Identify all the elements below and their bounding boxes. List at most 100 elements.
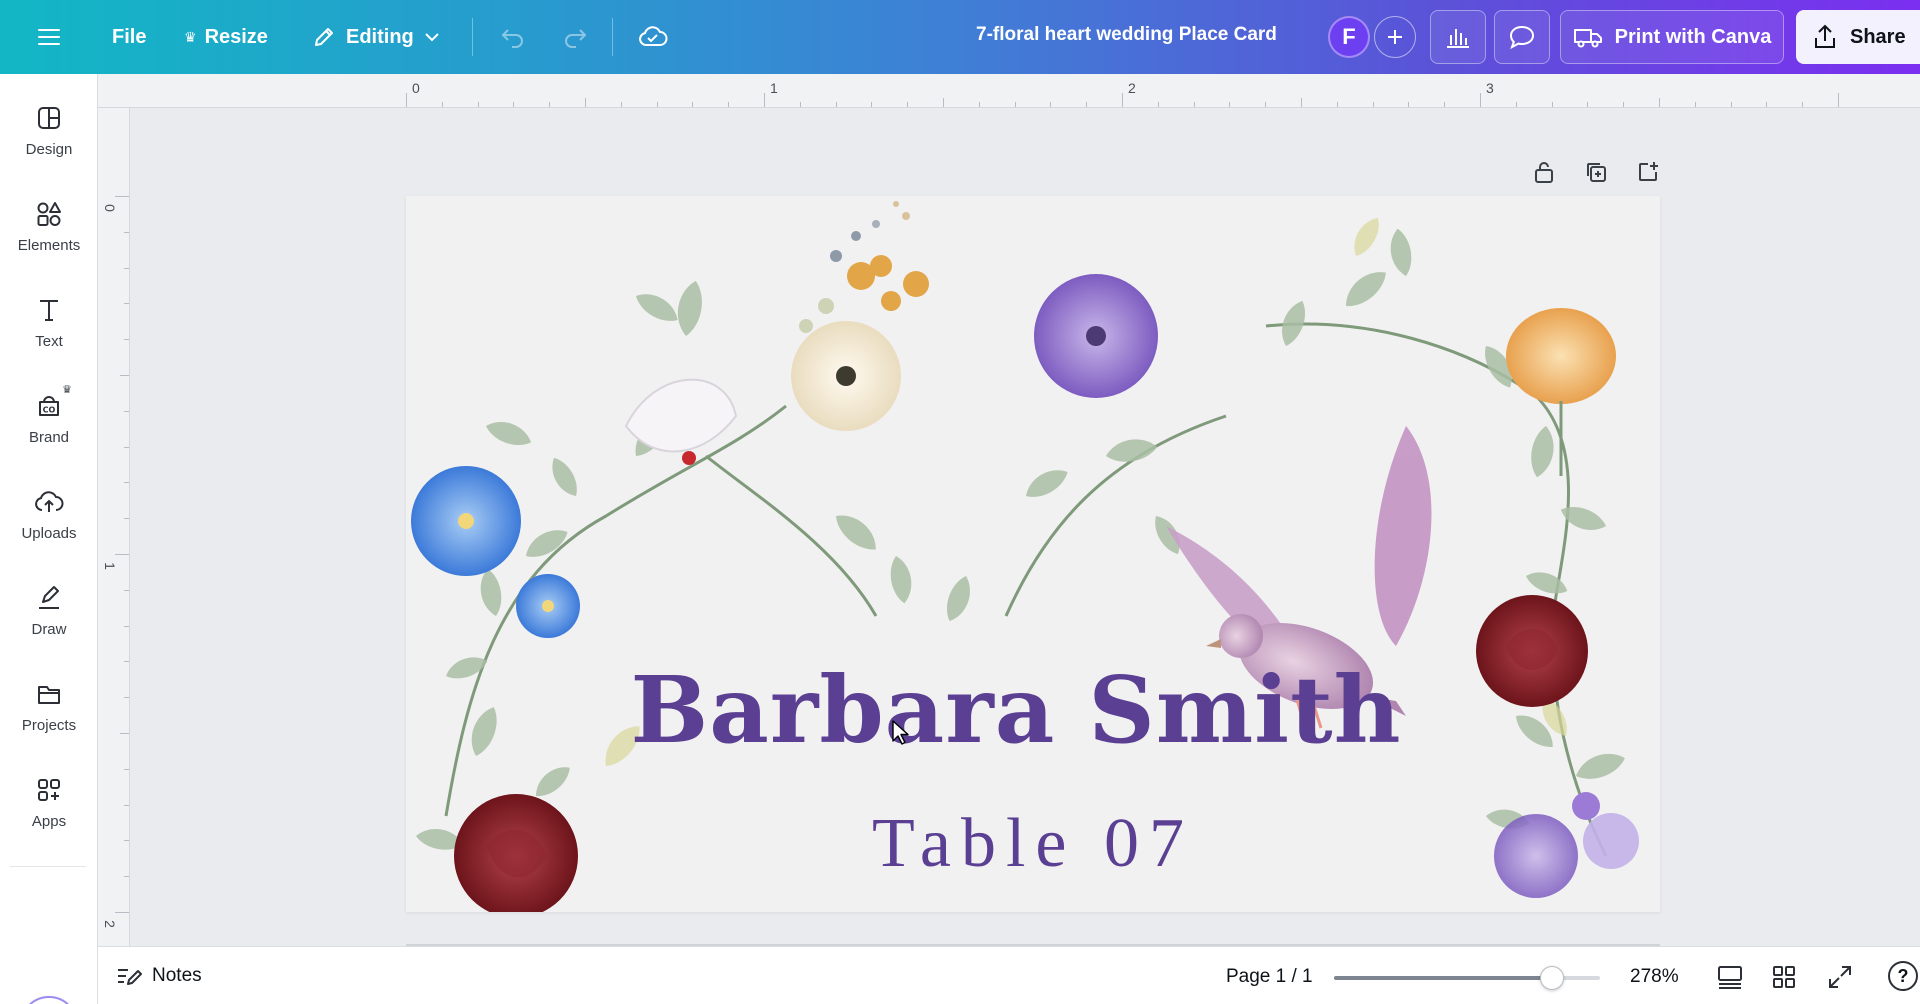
ruler-tick	[1014, 102, 1016, 107]
uploads-icon	[34, 487, 64, 517]
save-status-button[interactable]	[632, 14, 674, 60]
comments-button[interactable]	[1494, 10, 1550, 64]
crown-icon: ♛	[62, 383, 72, 396]
cloud-check-icon	[639, 26, 668, 46]
ruler-tick	[907, 102, 909, 107]
notes-label: Notes	[152, 965, 202, 986]
ruler-tick	[1229, 102, 1231, 107]
ruler-tick	[1336, 102, 1338, 107]
sidebar-item-elements[interactable]: Elements	[0, 184, 98, 268]
sidebar-divider	[10, 866, 86, 867]
file-menu-button[interactable]: File	[108, 14, 150, 60]
page-view-icon	[1718, 966, 1742, 989]
ruler-tick	[549, 102, 551, 107]
bottom-toolbar: Notes Page 1 / 1 278% ?	[98, 946, 1920, 1004]
sidebar-item-label: Draw	[31, 620, 67, 638]
ruler-tick	[1265, 102, 1267, 107]
sidebar-item-label: Brand	[28, 428, 70, 446]
undo-icon	[501, 29, 523, 48]
ruler-tick	[1802, 102, 1804, 107]
add-page-icon	[1639, 162, 1658, 181]
ruler-tick	[124, 840, 129, 842]
zoom-slider-thumb[interactable]	[1540, 966, 1565, 990]
ruler-tick	[124, 876, 129, 878]
sidebar-item-projects[interactable]: Projects	[0, 664, 98, 748]
table-number-text[interactable]: Table 07	[406, 804, 1660, 884]
bar-chart-icon	[1447, 29, 1469, 48]
sidebar-item-text[interactable]: Text	[0, 280, 98, 364]
zoom-slider[interactable]	[1334, 966, 1600, 990]
grid-view-button[interactable]	[1768, 961, 1800, 993]
ruler-tick	[799, 102, 801, 107]
vertical-ruler: 0 1 2	[98, 108, 130, 946]
sidebar-item-apps[interactable]: Apps	[0, 760, 98, 844]
insights-button[interactable]	[1430, 10, 1486, 64]
ruler-tick	[1659, 98, 1660, 107]
ruler-label: 1	[101, 562, 118, 570]
pencil-icon	[315, 28, 333, 46]
ruler-tick	[1623, 102, 1625, 107]
comment-bubble-icon	[1509, 25, 1535, 50]
redo-button[interactable]	[554, 14, 596, 60]
ruler-tick	[764, 93, 765, 107]
ruler-tick	[120, 375, 129, 376]
ruler-tick	[124, 303, 129, 305]
add-collaborator-button[interactable]	[1374, 16, 1416, 58]
ruler-tick	[1551, 102, 1553, 107]
magic-assistant-button[interactable]	[20, 996, 78, 1004]
sidebar-item-draw[interactable]: Draw	[0, 568, 98, 652]
guest-name-text[interactable]: Barbara Smith	[406, 656, 1626, 764]
ruler-tick	[835, 102, 837, 107]
share-button[interactable]: Share	[1796, 10, 1920, 64]
user-avatar[interactable]: F	[1328, 16, 1370, 58]
ruler-tick	[1766, 102, 1768, 107]
help-button[interactable]: ?	[1888, 961, 1918, 991]
duplicate-page-button[interactable]	[1582, 158, 1610, 186]
undo-button[interactable]	[492, 14, 534, 60]
question-mark-icon: ?	[1897, 965, 1909, 986]
sidebar-item-label: Elements	[17, 236, 81, 254]
delivery-truck-icon	[1573, 29, 1602, 48]
ruler-tick	[620, 102, 622, 107]
brand-icon: CO ♛	[34, 384, 72, 421]
sidebar-item-label: Design	[25, 140, 73, 158]
ruler-tick	[124, 625, 129, 627]
sidebar-item-uploads[interactable]: Uploads	[0, 472, 98, 556]
fullscreen-button[interactable]	[1824, 961, 1856, 993]
expand-arrows-icon	[1829, 966, 1851, 988]
main-menu-button[interactable]	[28, 14, 70, 60]
lock-page-button[interactable]	[1530, 158, 1558, 186]
share-upload-icon	[1815, 24, 1835, 48]
page-view-button[interactable]	[1714, 961, 1746, 993]
zoom-slider-fill	[1334, 976, 1553, 980]
sidebar-item-label: Projects	[21, 716, 77, 734]
ruler-tick	[124, 482, 129, 484]
ruler-tick	[692, 102, 694, 107]
print-with-canva-button[interactable]: Print with Canva	[1560, 10, 1784, 64]
document-title[interactable]: 7-floral heart wedding Place Card	[976, 24, 1277, 46]
add-page-button[interactable]	[1634, 158, 1662, 186]
sidebar-item-brand[interactable]: CO ♛ Brand	[0, 376, 98, 460]
sidebar-item-design[interactable]: Design	[0, 88, 98, 172]
ruler-tick	[1086, 102, 1088, 107]
ruler-tick	[124, 768, 129, 770]
resize-button[interactable]: ♛ Resize	[180, 14, 272, 60]
ruler-tick	[1515, 102, 1517, 107]
zoom-level-readout[interactable]: 278%	[1630, 966, 1679, 988]
share-label: Share	[1850, 25, 1906, 48]
horizontal-ruler: 0 1 2 3	[98, 74, 1920, 108]
ruler-tick	[1444, 102, 1446, 107]
sidebar-item-label: Apps	[31, 812, 67, 830]
place-card-page[interactable]: Barbara Smith Table 07	[406, 196, 1660, 912]
ruler-tick	[1157, 102, 1159, 107]
ruler-tick	[124, 410, 129, 412]
notes-button[interactable]: Notes	[116, 959, 202, 993]
ruler-tick	[124, 446, 129, 448]
editing-mode-dropdown[interactable]: Editing	[306, 14, 446, 60]
ruler-tick	[1408, 102, 1410, 107]
page-indicator[interactable]: Page 1 / 1	[1226, 966, 1313, 988]
resize-label: Resize	[204, 25, 268, 48]
ruler-tick	[1122, 93, 1123, 107]
sidebar-item-label: Uploads	[21, 524, 77, 542]
toolbar-divider	[472, 18, 473, 56]
